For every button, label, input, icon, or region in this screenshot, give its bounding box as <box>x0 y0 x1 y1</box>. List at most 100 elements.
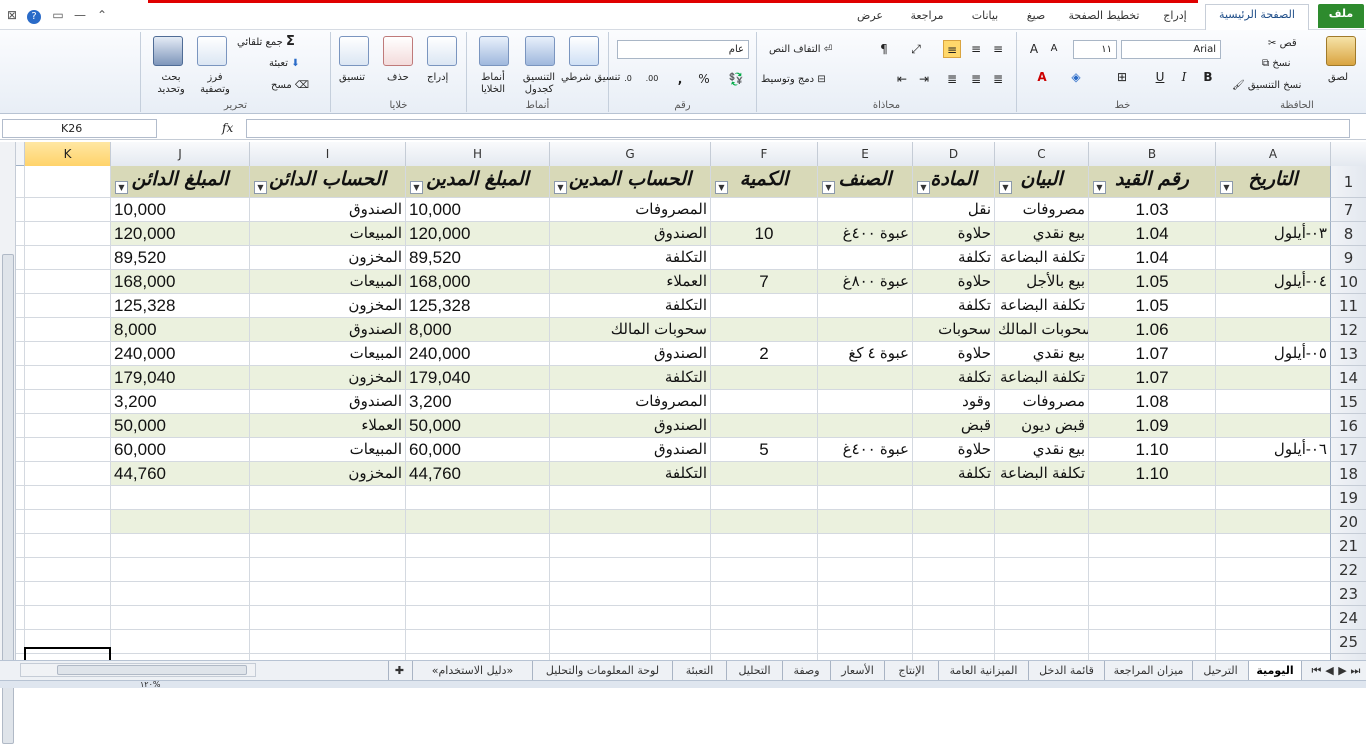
worksheet-grid[interactable]: ABCDEFGHIJK التاريخ ▼ رقم القيد ▼ البيان ▼ الم… <box>0 142 1366 660</box>
cell-D9[interactable]: تكلفة <box>912 246 994 269</box>
cell-K18[interactable] <box>24 462 110 485</box>
cell-C25[interactable] <box>994 630 1088 653</box>
cell-G9[interactable]: التكلفة <box>549 246 710 269</box>
increase-font-icon[interactable]: A <box>1025 40 1043 58</box>
cell-D10[interactable]: حلاوة <box>912 270 994 293</box>
filter-dropdown-icon[interactable]: ▼ <box>115 181 128 194</box>
cell-K20[interactable] <box>24 510 110 533</box>
cell-C14[interactable]: تكلفة البضاعة <box>994 366 1088 389</box>
borders-icon[interactable]: ⊞ <box>1113 68 1131 86</box>
autosum-button[interactable]: جمع تلقائي Σ <box>237 35 295 49</box>
filter-dropdown-icon[interactable]: ▼ <box>554 181 567 194</box>
cell-F8[interactable]: 10 <box>710 222 817 245</box>
column-header-K[interactable]: K <box>24 142 110 166</box>
cell-K22[interactable] <box>24 558 110 581</box>
cell-H13[interactable]: 240,000 <box>405 342 549 365</box>
tab-file[interactable]: ملف <box>1318 4 1364 28</box>
cell-H18[interactable]: 44,760 <box>405 462 549 485</box>
cell-I7[interactable]: الصندوق <box>249 198 405 221</box>
comma-button[interactable]: , <box>671 70 689 88</box>
sheet-tab[interactable]: اليومية <box>1248 661 1302 681</box>
cell-E11[interactable] <box>817 294 912 317</box>
header-cell-D[interactable]: المادة ▼ <box>912 166 994 197</box>
sheet-nav-icon[interactable]: ▶ <box>1336 661 1349 681</box>
cell-I23[interactable] <box>249 582 405 605</box>
cell-F24[interactable] <box>710 606 817 629</box>
cell-G25[interactable] <box>549 630 710 653</box>
row-header[interactable]: 24 <box>1330 606 1366 630</box>
cell-K14[interactable] <box>24 366 110 389</box>
cell-K7[interactable] <box>24 198 110 221</box>
cell-C22[interactable] <box>994 558 1088 581</box>
insert-cells-button[interactable]: إدراج <box>427 72 448 84</box>
cell-J9[interactable]: 89,520 <box>110 246 249 269</box>
cell-F17[interactable]: 5 <box>710 438 817 461</box>
cell-E18[interactable] <box>817 462 912 485</box>
find-select-button[interactable]: بحث وتحديد <box>147 72 195 96</box>
header-cell-H[interactable]: المبلغ المدين ▼ <box>405 166 549 197</box>
cell-A24[interactable] <box>1215 606 1330 629</box>
sheet-tab[interactable]: الترحيل <box>1192 661 1248 681</box>
cell-J21[interactable] <box>110 534 249 557</box>
cell-A12[interactable] <box>1215 318 1330 341</box>
cell-A14[interactable] <box>1215 366 1330 389</box>
cell-A17[interactable]: ٠٦-أيلول <box>1215 438 1330 461</box>
filter-dropdown-icon[interactable]: ▼ <box>822 181 835 194</box>
cell-A21[interactable] <box>1215 534 1330 557</box>
cell-F9[interactable] <box>710 246 817 269</box>
header-cell-I[interactable]: الحساب الدائن ▼ <box>249 166 405 197</box>
cell-E10[interactable]: عبوة ٨٠٠غ <box>817 270 912 293</box>
cell-I25[interactable] <box>249 630 405 653</box>
sheet-tab[interactable]: «دليل الاستخدام» <box>412 661 532 681</box>
cell-C10[interactable]: بيع بالأجل <box>994 270 1088 293</box>
cell-I22[interactable] <box>249 558 405 581</box>
collapse-ribbon-icon[interactable]: ⌃ <box>94 8 110 22</box>
cell-A13[interactable]: ٠٥-أيلول <box>1215 342 1330 365</box>
cell-F12[interactable] <box>710 318 817 341</box>
cell-J18[interactable]: 44,760 <box>110 462 249 485</box>
conditional-format-icon[interactable] <box>569 36 599 66</box>
format-painter-button[interactable]: 🖌 نسخ التنسيق <box>1232 80 1301 92</box>
format-table-icon[interactable] <box>525 36 555 66</box>
sheet-tab[interactable]: التعبئة <box>672 661 726 681</box>
cell-K10[interactable] <box>24 270 110 293</box>
cell-E12[interactable] <box>817 318 912 341</box>
cell-I8[interactable]: المبيعات <box>249 222 405 245</box>
horizontal-scroll-thumb[interactable] <box>57 665 247 675</box>
header-cell-C[interactable]: البيان ▼ <box>994 166 1088 197</box>
header-cell-F[interactable]: الكمية ▼ <box>710 166 817 197</box>
cell-A9[interactable] <box>1215 246 1330 269</box>
column-header-J[interactable]: J <box>110 142 249 166</box>
cell-C16[interactable]: قبض ديون <box>994 414 1088 437</box>
insert-function-icon[interactable]: fx <box>222 119 242 137</box>
cell-E13[interactable]: عبوة ٤ كغ <box>817 342 912 365</box>
column-header-D[interactable]: D <box>912 142 994 166</box>
cell-C17[interactable]: بيع نقدي <box>994 438 1088 461</box>
column-header-A[interactable]: A <box>1215 142 1330 166</box>
align-bottom-icon[interactable]: ≡ <box>943 40 961 58</box>
sheet-tab[interactable]: التحليل <box>726 661 782 681</box>
cell-H15[interactable]: 3,200 <box>405 390 549 413</box>
sheet-tab[interactable]: الإنتاج <box>884 661 938 681</box>
filter-dropdown-icon[interactable]: ▼ <box>254 181 267 194</box>
cell-B23[interactable] <box>1088 582 1215 605</box>
font-name-combo[interactable]: Arial <box>1121 40 1221 59</box>
column-header-I[interactable]: I <box>249 142 405 166</box>
cell-G10[interactable]: العملاء <box>549 270 710 293</box>
merge-center-button[interactable]: دمج وتوسيط ⊟ <box>761 74 826 86</box>
conditional-format-button[interactable]: تنسيق شرطي <box>561 72 620 84</box>
column-header-C[interactable]: C <box>994 142 1088 166</box>
filter-dropdown-icon[interactable]: ▼ <box>1220 181 1233 194</box>
cell-E15[interactable] <box>817 390 912 413</box>
cell-H14[interactable]: 179,040 <box>405 366 549 389</box>
tab-page-layout[interactable]: تخطيط الصفحة <box>1064 6 1144 26</box>
formula-input[interactable] <box>246 119 1350 138</box>
header-cell-G[interactable]: الحساب المدين ▼ <box>549 166 710 197</box>
insert-cells-icon[interactable] <box>427 36 457 66</box>
cell-G15[interactable]: المصروفات <box>549 390 710 413</box>
row-header[interactable]: 15 <box>1330 390 1366 414</box>
cell-G16[interactable]: الصندوق <box>549 414 710 437</box>
row-header[interactable]: 8 <box>1330 222 1366 246</box>
cell-F22[interactable] <box>710 558 817 581</box>
cell-J14[interactable]: 179,040 <box>110 366 249 389</box>
